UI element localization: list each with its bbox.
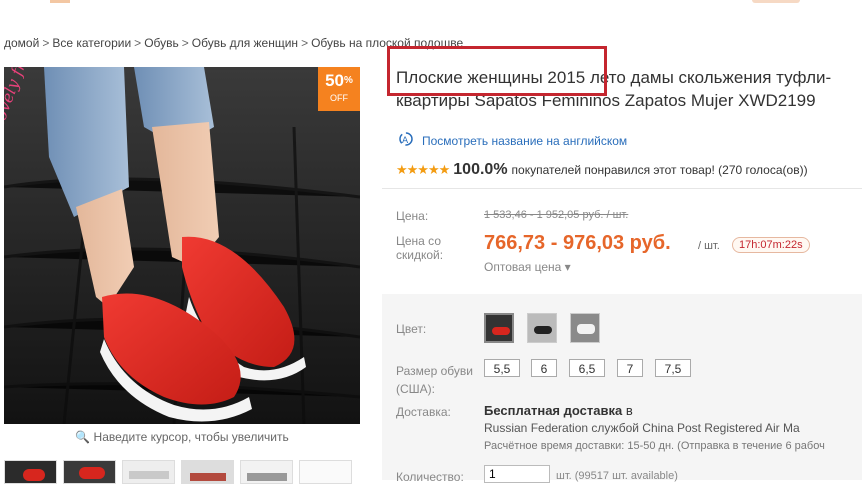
color-swatch-white[interactable] [570, 313, 600, 343]
svg-text:A: A [402, 136, 409, 146]
size-option-5-5[interactable]: 5,5 [484, 359, 520, 377]
thumbnail-1[interactable] [4, 460, 57, 484]
translate-link[interactable]: A Посмотреть название на английском [396, 131, 627, 150]
discount-price-label: Цена со скидкой: [396, 234, 444, 262]
thumbnail-5[interactable] [240, 460, 293, 484]
thumbnail-strip [4, 460, 360, 484]
thumbnail-3[interactable] [122, 460, 175, 484]
highlight-box [387, 46, 607, 96]
quantity-available: шт. (99517 шт. available) [556, 470, 678, 482]
free-shipping: Бесплатная доставка [484, 403, 623, 418]
shipping-method: Бесплатная доставка в [484, 403, 633, 418]
breadcrumb-shoes[interactable]: Обувь [144, 36, 179, 50]
color-label: Цвет: [396, 322, 427, 336]
top-accent [752, 0, 800, 3]
rating-stars: ★★★★★ [396, 162, 450, 177]
rating-row: ★★★★★ 100.0% покупателей понравился этот… [396, 161, 808, 179]
size-option-7-5[interactable]: 7,5 [655, 359, 691, 377]
divider [382, 188, 862, 189]
wholesale-price-toggle[interactable]: Оптовая цена ▾ [484, 260, 571, 274]
thumbnail-4[interactable] [181, 460, 234, 484]
color-swatch-black[interactable] [527, 313, 557, 343]
magnifier-icon: 🔍 [75, 430, 91, 444]
shipping-in: в [625, 403, 633, 418]
size-option-7[interactable]: 7 [617, 359, 643, 377]
translate-link-text[interactable]: Посмотреть название на английском [422, 134, 627, 148]
price-unit: / шт. [698, 240, 720, 252]
size-option-6[interactable]: 6 [531, 359, 557, 377]
price-label: Цена: [396, 209, 429, 223]
quantity-input[interactable] [484, 465, 550, 483]
countdown-timer: 17h:07m:22s [732, 237, 810, 253]
size-option-6-5[interactable]: 6,5 [569, 359, 605, 377]
rating-text[interactable]: покупателей понравился этот товар! (270 … [512, 163, 808, 177]
top-bar [0, 0, 862, 10]
shipping-time: Расчётное время доставки: 15-50 дн. (Отп… [484, 440, 825, 452]
color-swatch-red[interactable] [484, 313, 514, 343]
old-price: 1 533,46 - 1 952,05 руб. / шт. [484, 209, 629, 221]
current-price: 766,73 - 976,03 руб. [484, 232, 671, 254]
translate-icon: A [396, 131, 416, 150]
shipping-label: Доставка: [396, 405, 451, 419]
product-main-image[interactable]: Lovely friend 50% OFF [4, 67, 360, 424]
zoom-hint-text: Наведите курсор, чтобы увеличить [93, 430, 289, 444]
zoom-hint: 🔍 Наведите курсор, чтобы увеличить [4, 430, 360, 444]
breadcrumb-home[interactable]: домой [4, 36, 39, 50]
breadcrumb-all-categories[interactable]: Все категории [52, 36, 131, 50]
discount-badge: 50% OFF [318, 67, 360, 111]
breadcrumb-womens-shoes[interactable]: Обувь для женщин [192, 36, 298, 50]
thumbnail-6[interactable] [299, 460, 352, 484]
quantity-label: Количество: [396, 470, 464, 484]
shipping-destination[interactable]: Russian Federation службой China Post Re… [484, 421, 800, 435]
thumbnail-2[interactable] [63, 460, 116, 484]
discount-badge-label: OFF [330, 93, 348, 103]
discount-badge-value: 50 [325, 71, 344, 90]
rating-percent: 100.0% [453, 161, 508, 178]
discount-badge-unit: % [344, 75, 353, 86]
size-label: Размер обуви (США): [396, 364, 473, 396]
top-accent-left [50, 0, 70, 3]
